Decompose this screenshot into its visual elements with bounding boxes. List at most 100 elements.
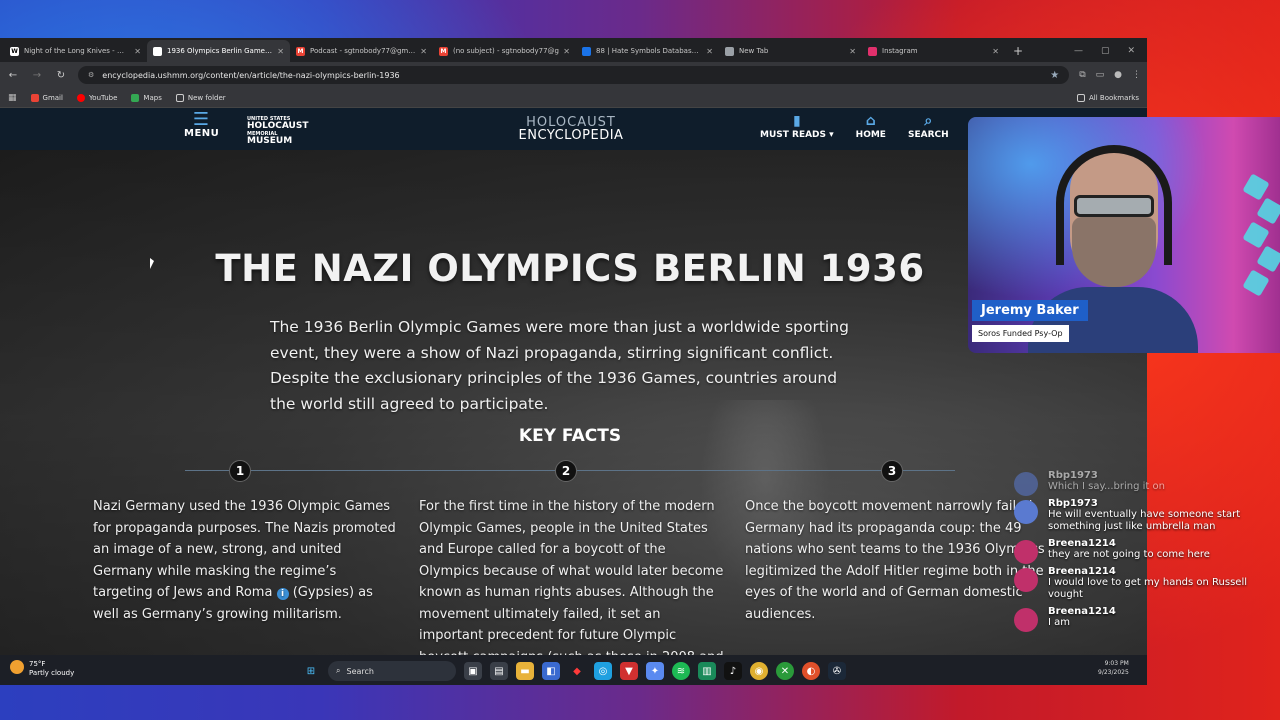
tab-close-icon[interactable]: ✕ <box>420 47 427 56</box>
bookmark-maps[interactable]: Maps <box>131 93 162 102</box>
avatar <box>1014 472 1038 496</box>
bookmark-new-folder[interactable]: New folder <box>175 93 226 102</box>
headphones-icon <box>1056 145 1172 265</box>
nav-search[interactable]: ⌕ SEARCH <box>908 112 949 140</box>
ushmm-logo[interactable]: UNITED STATES HOLOCAUST MEMORIAL MUSEUM <box>247 116 308 146</box>
weather-icon <box>10 660 24 674</box>
system-clock[interactable]: 9:03 PM 9/23/2025 <box>1098 659 1129 677</box>
fact-number-1: 1 <box>229 460 251 482</box>
chat-text: Which I say...bring it on <box>1048 481 1165 492</box>
chat-text: I am <box>1048 617 1070 628</box>
key-facts-heading: KEY FACTS <box>518 426 622 446</box>
taskbar-pinned-apps: ⊞ ⌕ Search ▣ ▤ ▬ ◧ ◆ ◎ ▼ ✦ ≋ ▥ ♪ ◉ ✕ ◐ ✇ <box>302 661 846 681</box>
app-red-icon[interactable]: ▼ <box>620 662 638 680</box>
tab-close-icon[interactable]: ✕ <box>134 47 141 56</box>
tab-close-icon[interactable]: ✕ <box>277 47 284 56</box>
streamer-nameplate: Jeremy Baker Soros Funded Psy-Op <box>972 300 1088 342</box>
tab-label: Night of the Long Knives - Wiki <box>24 47 131 55</box>
task-view-icon[interactable]: ▣ <box>464 662 482 680</box>
copilot-icon[interactable]: ✦ <box>646 662 664 680</box>
all-bookmarks[interactable]: All Bookmarks <box>1076 93 1139 102</box>
minimize-icon[interactable]: — <box>1074 46 1083 56</box>
tab-close-icon[interactable]: ✕ <box>563 47 570 56</box>
chat-text: I would love to get my hands on Russell … <box>1048 577 1248 600</box>
back-icon[interactable]: ← <box>6 70 20 81</box>
fact-number-2: 2 <box>555 460 577 482</box>
browser-tab[interactable]: W Night of the Long Knives - Wiki ✕ <box>4 40 147 62</box>
encyclopedia-logo[interactable]: HOLOCAUST ENCYCLOPEDIA <box>510 116 632 143</box>
app-orange-icon[interactable]: ◐ <box>802 662 820 680</box>
tab-favicon-icon <box>725 46 734 56</box>
chat-message: Breena1214 I am <box>1014 606 1274 632</box>
tab-close-icon[interactable]: ✕ <box>992 47 999 56</box>
nav-home[interactable]: ⌂ HOME <box>856 112 886 140</box>
file-explorer-icon[interactable]: ▬ <box>516 662 534 680</box>
browser-menu-icon[interactable]: ⋮ <box>1132 70 1141 80</box>
app-green-icon[interactable]: ▥ <box>698 662 716 680</box>
chat-username: Rbp1973 <box>1048 498 1098 509</box>
chat-message: Breena1214 I would love to get my hands o… <box>1014 566 1274 601</box>
gmail-icon <box>30 93 39 102</box>
menu-button[interactable]: ☰ MENU <box>184 111 219 140</box>
browser-tab[interactable]: M Podcast - sgtnobody77@gmail ✕ <box>290 40 433 62</box>
widgets-icon[interactable]: ▤ <box>490 662 508 680</box>
tab-close-icon[interactable]: ✕ <box>849 47 856 56</box>
site-info-icon[interactable]: ⚙ <box>88 71 94 79</box>
tab-favicon-icon: M <box>296 46 305 56</box>
tab-strip: W Night of the Long Knives - Wiki ✕ 1936 Ol… <box>0 38 1147 62</box>
address-bar-row: ← → ↻ ⚙ encyclopedia.ushmm.org/content/e… <box>0 62 1147 88</box>
reload-icon[interactable]: ↻ <box>54 70 68 81</box>
new-tab-button[interactable]: + <box>1005 44 1031 62</box>
info-icon[interactable]: i <box>276 588 289 600</box>
app-red-diamond-icon[interactable]: ◆ <box>568 662 586 680</box>
forward-icon[interactable]: → <box>30 70 44 81</box>
bookmark-star-icon[interactable]: ★ <box>1050 70 1059 81</box>
profile-avatar[interactable]: ● <box>1114 70 1122 80</box>
xbox-icon[interactable]: ✕ <box>776 662 794 680</box>
document-icon: ▮ <box>792 113 801 129</box>
chat-text: they are not going to come here <box>1048 549 1210 560</box>
taskbar-search[interactable]: ⌕ Search <box>328 661 456 681</box>
cast-icon[interactable]: ▭ <box>1096 70 1105 80</box>
tab-label: 88 | Hate Symbols Database | A <box>596 47 703 55</box>
article-intro: The 1936 Berlin Olympic Games were more … <box>270 318 849 413</box>
tab-close-icon[interactable]: ✕ <box>706 47 713 56</box>
steam-icon[interactable]: ✇ <box>828 662 846 680</box>
tab-label: Podcast - sgtnobody77@gmail <box>310 47 417 55</box>
site-nav: ▮ MUST READS ▾ ⌂ HOME ⌕ SEARCH <box>760 112 949 140</box>
maps-icon <box>131 93 140 102</box>
weather-widget[interactable]: 75°F Partly cloudy <box>10 660 74 678</box>
edge-icon[interactable]: ◎ <box>594 662 612 680</box>
bookmark-gmail[interactable]: Gmail <box>30 93 63 102</box>
tab-favicon-icon <box>868 46 877 56</box>
spotify-icon[interactable]: ≋ <box>672 662 690 680</box>
folder-icon <box>175 93 184 102</box>
browser-tab[interactable]: New Tab ✕ <box>719 40 862 62</box>
extensions-icon[interactable]: ⧉ <box>1079 70 1085 80</box>
chat-message: Breena1214 they are not going to come her… <box>1014 538 1274 564</box>
tab-label: New Tab <box>739 47 769 55</box>
tab-favicon-icon <box>582 46 591 56</box>
browser-tab[interactable]: M (no subject) - sgtnobody77@g ✕ <box>433 40 576 62</box>
browser-tab[interactable]: 1936 Olympics Berlin Games a ✕ <box>147 40 290 62</box>
close-window-icon[interactable]: ✕ <box>1127 46 1135 56</box>
maximize-icon[interactable]: ▢ <box>1101 46 1110 56</box>
tab-label: Instagram <box>882 47 918 55</box>
avatar <box>1014 500 1038 524</box>
search-icon: ⌕ <box>336 666 341 675</box>
browser-tab[interactable]: 88 | Hate Symbols Database | A ✕ <box>576 40 719 62</box>
apps-grid-icon[interactable]: ▦ <box>8 93 17 103</box>
url-text: encyclopedia.ushmm.org/content/en/articl… <box>102 70 400 80</box>
url-bar[interactable]: ⚙ encyclopedia.ushmm.org/content/en/arti… <box>78 66 1070 84</box>
tiktok-icon[interactable]: ♪ <box>724 662 742 680</box>
store-icon[interactable]: ◧ <box>542 662 560 680</box>
nav-must-reads[interactable]: ▮ MUST READS ▾ <box>760 112 834 140</box>
chrome-icon[interactable]: ◉ <box>750 662 768 680</box>
avatar <box>1014 540 1038 564</box>
chat-message: Rbp1973 Which I say...bring it on <box>1014 470 1274 496</box>
browser-tab[interactable]: Instagram ✕ <box>862 40 1005 62</box>
bookmark-youtube[interactable]: YouTube <box>76 93 117 102</box>
fact-number-3: 3 <box>881 460 903 482</box>
chat-overlay: Rbp1973 Which I say...bring it on Rbp1973 H… <box>1014 470 1274 634</box>
windows-start-icon[interactable]: ⊞ <box>302 662 320 680</box>
